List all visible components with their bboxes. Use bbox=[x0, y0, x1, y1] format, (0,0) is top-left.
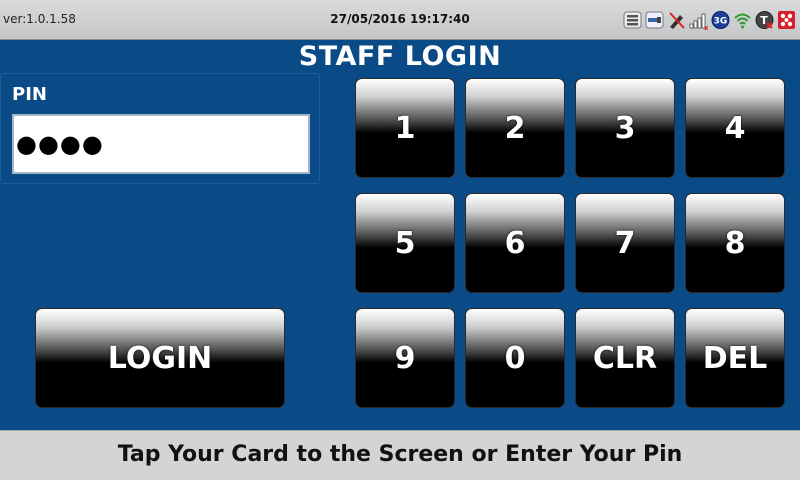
svg-text:x: x bbox=[704, 24, 708, 30]
instruction-footer: Tap Your Card to the Screen or Enter You… bbox=[0, 430, 800, 480]
login-button[interactable]: LOGIN bbox=[35, 308, 285, 408]
status-bar: ver:1.0.1.58 27/05/2016 19:17:40 x 3G T bbox=[0, 0, 800, 40]
clear-button[interactable]: CLR bbox=[575, 308, 675, 408]
delete-button[interactable]: DEL bbox=[685, 308, 785, 408]
card-reader-icon bbox=[645, 11, 664, 29]
svg-text:T: T bbox=[760, 14, 768, 27]
key-7-button[interactable]: 7 bbox=[575, 193, 675, 293]
key-8-button[interactable]: 8 bbox=[685, 193, 785, 293]
key-0-button[interactable]: 0 bbox=[465, 308, 565, 408]
page-title: STAFF LOGIN bbox=[298, 41, 502, 72]
pen-disabled-icon bbox=[669, 12, 685, 29]
network-3g-icon: 3G bbox=[711, 11, 730, 29]
key-2-button[interactable]: 2 bbox=[465, 78, 565, 178]
pin-input[interactable]: ●●●● bbox=[12, 114, 310, 174]
key-6-button[interactable]: 6 bbox=[465, 193, 565, 293]
app-logo-icon bbox=[778, 11, 795, 29]
wifi-icon bbox=[734, 13, 751, 29]
key-4-button[interactable]: 4 bbox=[685, 78, 785, 178]
key-3-button[interactable]: 3 bbox=[575, 78, 675, 178]
status-icons: x 3G T bbox=[623, 9, 796, 31]
pin-label: PIN bbox=[12, 84, 47, 105]
signal-bars-icon: x bbox=[689, 13, 708, 30]
svg-text:3G: 3G bbox=[714, 17, 728, 27]
key-1-button[interactable]: 1 bbox=[355, 78, 455, 178]
pin-panel: PIN ●●●● bbox=[0, 73, 320, 184]
server-icon bbox=[623, 11, 642, 29]
key-5-button[interactable]: 5 bbox=[355, 193, 455, 293]
key-9-button[interactable]: 9 bbox=[355, 308, 455, 408]
terminal-icon: T bbox=[755, 11, 774, 29]
